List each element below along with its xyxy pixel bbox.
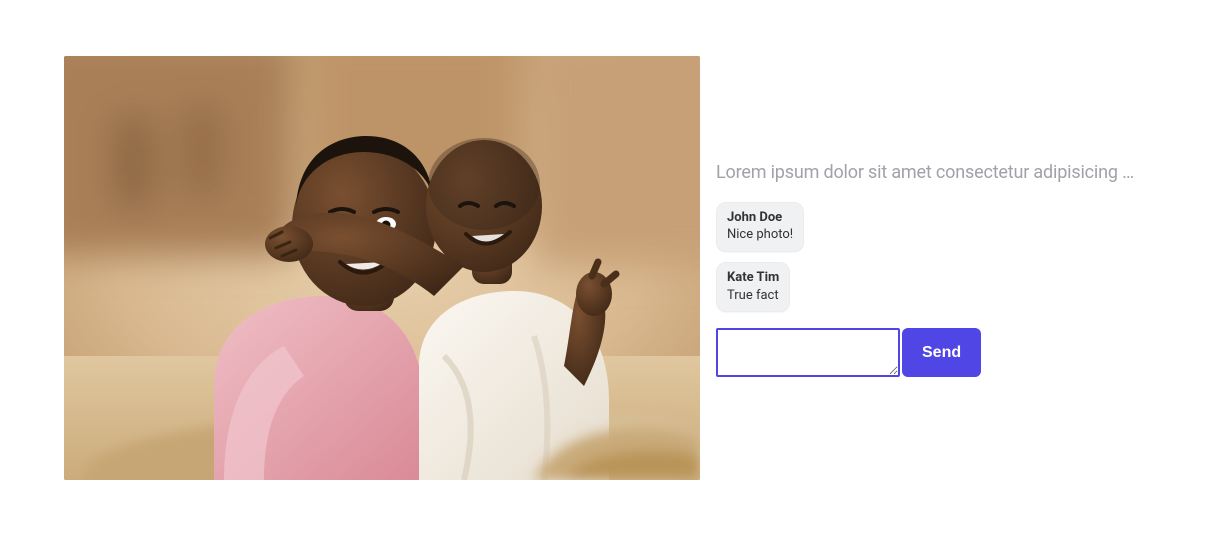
post-caption: Lorem ipsum dolor sit amet consectetur a… (716, 159, 1141, 186)
comment-list: John Doe Nice photo! Kate Tim True fact (716, 202, 1141, 322)
compose-row: Send (716, 328, 1141, 377)
comment-item: John Doe Nice photo! (716, 202, 804, 252)
comment-author: Kate Tim (727, 269, 779, 287)
comment-author: John Doe (727, 209, 793, 227)
comment-item: Kate Tim True fact (716, 262, 790, 312)
post-image (64, 56, 700, 480)
comment-text: Nice photo! (727, 226, 793, 244)
comment-input[interactable] (716, 328, 900, 377)
send-button[interactable]: Send (902, 328, 981, 377)
post-container: Lorem ipsum dolor sit amet consectetur a… (64, 56, 1141, 480)
comment-text: True fact (727, 287, 779, 305)
post-image-illustration (64, 56, 700, 480)
post-content: Lorem ipsum dolor sit amet consectetur a… (716, 159, 1141, 377)
